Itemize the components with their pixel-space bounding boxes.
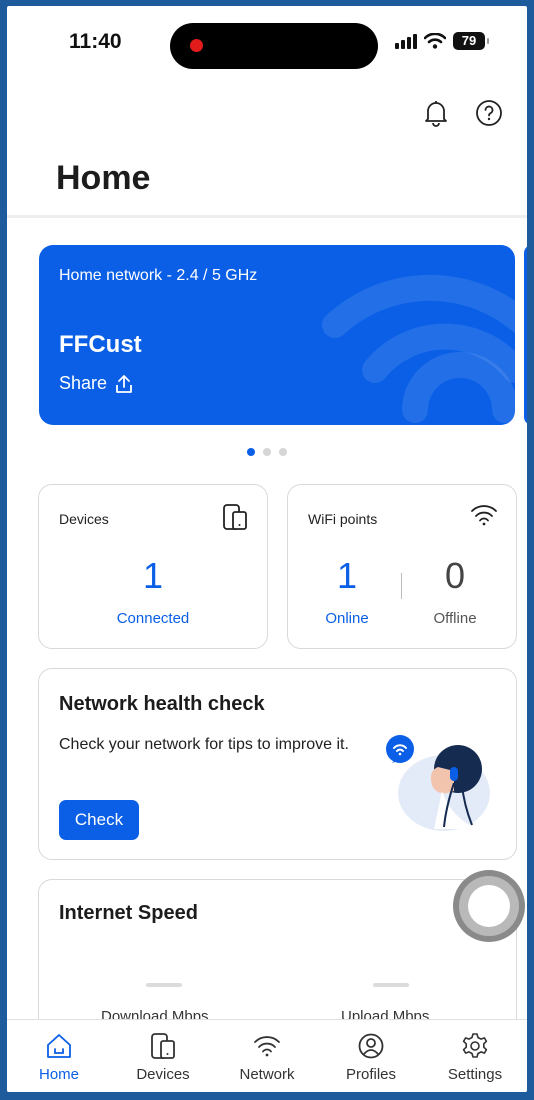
profile-icon: [358, 1033, 384, 1059]
network-ssid: FFCust: [59, 331, 142, 358]
status-icons: 79: [395, 32, 489, 50]
share-label: Share: [59, 373, 108, 393]
connected-count: 1: [142, 555, 164, 596]
carousel-dot[interactable]: [247, 448, 255, 456]
share-button[interactable]: Share: [59, 373, 133, 394]
help-icon[interactable]: [475, 99, 503, 127]
status-time: 11:40: [69, 30, 122, 53]
tab-devices[interactable]: Devices: [111, 1020, 215, 1092]
tab-settings[interactable]: Settings: [423, 1020, 527, 1092]
carousel-dot[interactable]: [263, 448, 271, 456]
bottom-tab-bar: Home Devices Network Profiles Settings: [7, 1019, 527, 1092]
tab-profiles-label: Profiles: [345, 1066, 397, 1083]
tab-home-label: Home: [38, 1066, 79, 1083]
share-icon: [116, 374, 132, 393]
next-card-peek[interactable]: [524, 245, 527, 425]
battery-indicator: 79: [453, 32, 489, 50]
tab-home[interactable]: Home: [7, 1020, 111, 1092]
wifi-watermark-icon: [322, 274, 515, 423]
support-agent-illustration: [386, 735, 490, 831]
recording-indicator: [190, 39, 203, 52]
header-actions: [423, 99, 503, 127]
network-health-card: Network health check Check your network …: [38, 668, 517, 860]
cellular-signal-icon: [395, 33, 417, 49]
tab-settings-label: Settings: [447, 1066, 503, 1083]
header-divider: [7, 215, 527, 218]
check-button[interactable]: Check: [59, 800, 139, 840]
online-count: 1: [336, 555, 358, 596]
home-network-card[interactable]: Home network - 2.4 / 5 GHz FFCust Share: [39, 245, 515, 425]
health-title: Network health check: [59, 693, 265, 715]
gear-icon: [462, 1033, 488, 1058]
dynamic-island: [170, 23, 378, 69]
tab-devices-label: Devices: [136, 1066, 190, 1083]
health-description: Check your network for tips to improve i…: [59, 736, 349, 753]
wifi-status-icon: [424, 33, 446, 49]
wifi-icon: [471, 505, 497, 526]
speed-title: Internet Speed: [59, 902, 198, 924]
devices-caption: Devices: [59, 511, 109, 527]
offline-count: 0: [444, 555, 466, 596]
home-icon: [47, 1034, 71, 1058]
wifi-icon: [254, 1036, 280, 1057]
wifi-points-card[interactable]: WiFi points 1 0 Online Offline: [287, 484, 517, 649]
upload-value-placeholder: [373, 983, 409, 987]
network-band-label: Home network - 2.4 / 5 GHz: [59, 267, 258, 284]
tab-profiles[interactable]: Profiles: [319, 1020, 423, 1092]
carousel-dot[interactable]: [279, 448, 287, 456]
phone-screen: 11:40 79 Home Home network - 2.4 / 5 GHz…: [7, 6, 527, 1092]
page-title: Home: [56, 159, 151, 197]
online-label: Online: [325, 610, 369, 627]
carousel-indicator: [7, 448, 527, 456]
tab-network[interactable]: Network: [215, 1020, 319, 1092]
assistive-touch-button[interactable]: [453, 870, 525, 942]
tab-network-label: Network: [239, 1066, 295, 1083]
download-value-placeholder: [146, 983, 182, 987]
connected-label: Connected: [116, 610, 190, 627]
devices-icon: [151, 1033, 175, 1059]
wifi-points-caption: WiFi points: [308, 511, 378, 527]
devices-card[interactable]: Devices 1 Connected: [38, 484, 268, 649]
offline-label: Offline: [433, 610, 477, 627]
bell-icon[interactable]: [423, 99, 449, 127]
devices-icon: [223, 504, 247, 530]
